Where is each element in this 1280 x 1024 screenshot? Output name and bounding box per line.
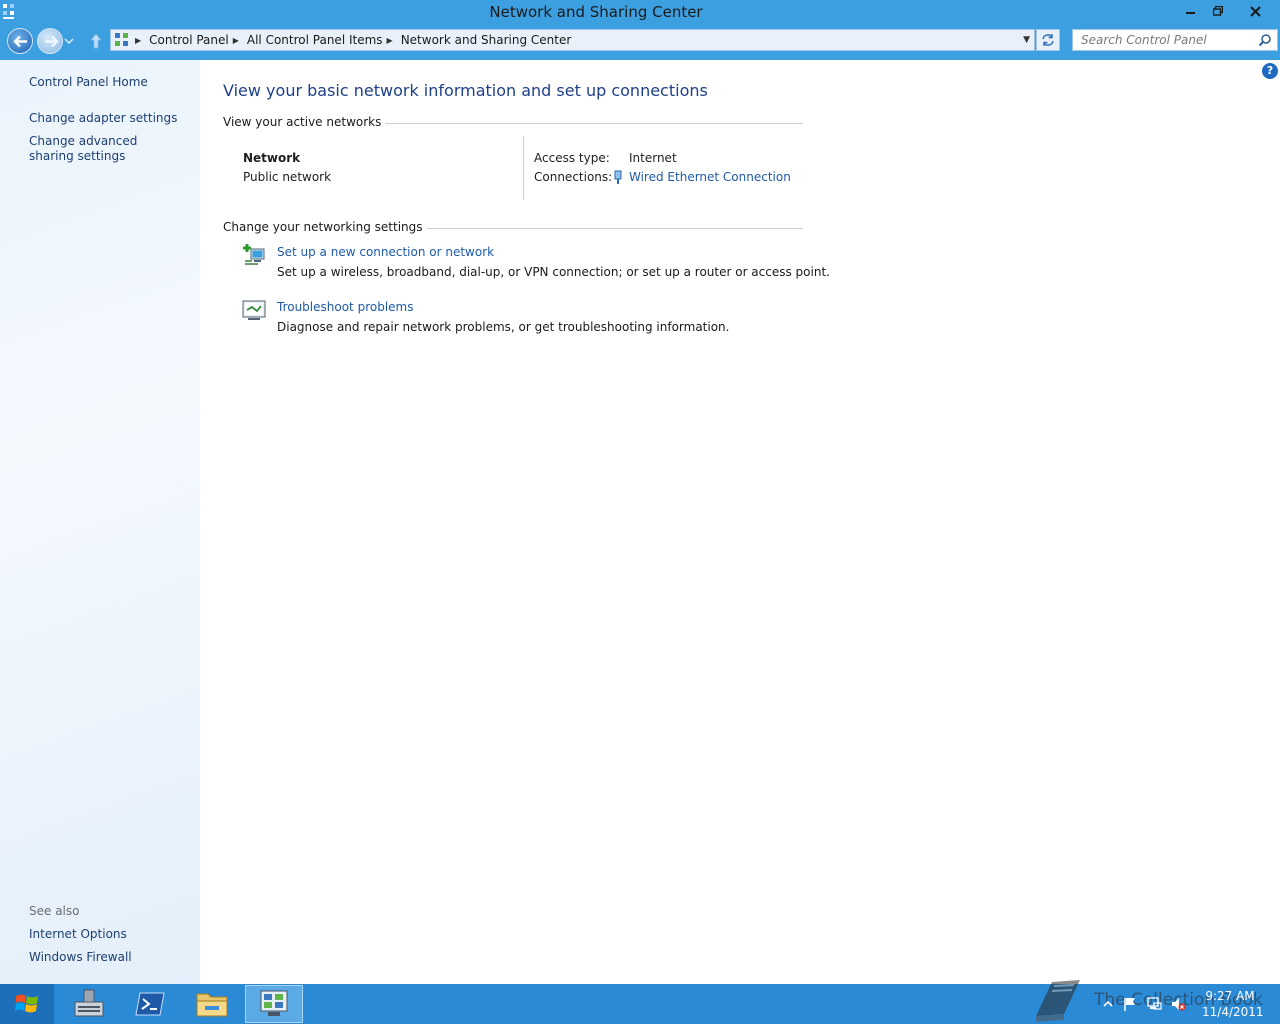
change-advanced-sharing-settings-link[interactable]: Change advanced sharing settings	[29, 134, 179, 164]
new-connection-icon	[243, 244, 265, 265]
breadcrumb: ▶ Control Panel ▶ All Control Panel Item…	[135, 33, 571, 47]
windows-logo-icon	[15, 994, 38, 1013]
control-panel-home-link[interactable]: Control Panel Home	[29, 75, 148, 90]
book-icon	[1036, 980, 1080, 1022]
tasks-pane: Control Panel Home Change adapter settin…	[0, 60, 200, 984]
close-button[interactable]	[1232, 0, 1278, 22]
volume-muted-icon[interactable]	[1170, 996, 1186, 1012]
breadcrumb-control-panel[interactable]: Control Panel	[149, 33, 229, 47]
page-title: View your basic network information and …	[223, 81, 708, 100]
troubleshoot-icon	[242, 300, 266, 320]
troubleshoot-problems-link[interactable]: Troubleshoot problems	[277, 300, 413, 314]
setup-new-connection-description: Set up a wireless, broadband, dial-up, o…	[277, 265, 830, 279]
back-button[interactable]	[7, 28, 33, 54]
refresh-icon	[1042, 34, 1054, 46]
recent-pages-chevron-down-icon[interactable]	[64, 36, 74, 46]
up-arrow-icon[interactable]	[88, 32, 104, 50]
setup-new-connection-link[interactable]: Set up a new connection or network	[277, 245, 494, 259]
show-hidden-icons-chevron-up-icon[interactable]	[1100, 996, 1116, 1012]
arrow-left-icon	[13, 35, 27, 48]
ethernet-icon	[614, 170, 622, 184]
breadcrumb-separator-icon[interactable]: ▶	[135, 36, 141, 45]
folder-icon	[196, 993, 228, 1017]
network-category: Public network	[243, 170, 332, 184]
forward-button[interactable]	[37, 28, 63, 54]
control-panel-taskbar-icon	[260, 990, 288, 1016]
main-content: ? View your basic network information an…	[200, 60, 1280, 984]
network-divider	[523, 136, 524, 200]
server-manager-icon	[74, 989, 104, 1017]
access-type-value: Internet	[629, 151, 677, 165]
breadcrumb-separator-icon[interactable]: ▶	[387, 36, 393, 45]
search-box[interactable]	[1072, 29, 1278, 51]
restore-button[interactable]	[1205, 0, 1231, 22]
wired-ethernet-connection-link[interactable]: Wired Ethernet Connection	[629, 170, 791, 184]
action-center-flag-icon[interactable]	[1122, 996, 1138, 1012]
minimize-button[interactable]	[1178, 0, 1204, 22]
address-bar[interactable]: ▶ Control Panel ▶ All Control Panel Item…	[110, 29, 1035, 51]
navigation-bar: ▶ Control Panel ▶ All Control Panel Item…	[0, 24, 1280, 60]
change-adapter-settings-link[interactable]: Change adapter settings	[29, 111, 177, 126]
refresh-button[interactable]	[1036, 29, 1060, 51]
see-also-heading: See also	[29, 904, 80, 918]
clock-time[interactable]: 9:27 AM	[1202, 989, 1258, 1003]
network-status-icon[interactable]	[1146, 996, 1162, 1012]
control-panel-icon	[115, 33, 128, 46]
taskbar-server-manager[interactable]	[60, 985, 118, 1023]
arrow-right-icon	[45, 35, 59, 48]
network-name: Network	[243, 151, 301, 165]
breadcrumb-separator-icon[interactable]: ▶	[233, 36, 239, 45]
search-input[interactable]	[1081, 33, 1251, 47]
breadcrumb-all-control-panel-items[interactable]: All Control Panel Items	[247, 33, 383, 47]
connections-label: Connections:	[534, 170, 613, 184]
title-bar: Network and Sharing Center	[0, 0, 1280, 24]
powershell-icon	[135, 992, 165, 1016]
search-icon[interactable]	[1258, 33, 1272, 47]
active-networks-heading: View your active networks	[223, 115, 386, 129]
troubleshoot-problems-description: Diagnose and repair network problems, or…	[277, 320, 730, 334]
taskbar-powershell[interactable]	[121, 985, 179, 1023]
internet-options-link[interactable]: Internet Options	[29, 927, 127, 942]
breadcrumb-network-and-sharing-center[interactable]: Network and Sharing Center	[401, 33, 572, 47]
windows-firewall-link[interactable]: Windows Firewall	[29, 950, 132, 965]
networking-settings-heading: Change your networking settings	[223, 220, 427, 234]
clock-date[interactable]: 11/4/2011	[1202, 1005, 1264, 1019]
taskbar-file-explorer[interactable]	[183, 985, 241, 1023]
start-button[interactable]	[0, 984, 54, 1024]
access-type-label: Access type:	[534, 151, 610, 165]
restore-icon	[1213, 6, 1223, 16]
minimize-icon	[1186, 12, 1195, 14]
taskbar-control-panel[interactable]	[245, 985, 303, 1023]
address-history-dropdown-icon[interactable]: ▼	[1023, 35, 1030, 45]
close-icon	[1249, 5, 1261, 17]
help-icon[interactable]: ?	[1262, 63, 1278, 79]
window-title: Network and Sharing Center	[489, 3, 703, 21]
taskbar: The Collection Book 9:27 AM 11/4/2011	[0, 980, 1280, 1024]
